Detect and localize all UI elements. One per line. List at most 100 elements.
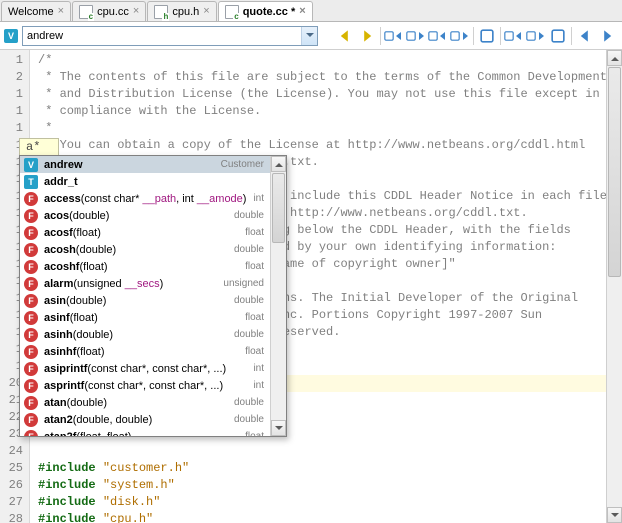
autocomplete-return-type: float <box>245 346 264 357</box>
autocomplete-item[interactable]: VandrewCustomer <box>20 156 270 173</box>
function-icon: F <box>24 362 38 376</box>
autocomplete-return-type: double <box>234 329 264 340</box>
autocomplete-signature: atan2f(float, float) <box>44 431 239 437</box>
close-icon[interactable]: × <box>299 6 305 17</box>
function-icon: F <box>24 430 38 437</box>
function-icon: F <box>24 243 38 257</box>
autocomplete-item[interactable]: Facosf(float)float <box>20 224 270 241</box>
close-icon[interactable]: × <box>133 6 139 17</box>
tab-quote-cc-[interactable]: quote.cc *× <box>218 1 313 21</box>
autocomplete-item[interactable]: Fasinh(double) double <box>20 326 270 343</box>
member-combo[interactable]: andrew <box>22 26 318 46</box>
autocomplete-signature: asinf(float) <box>44 312 239 324</box>
variable-icon: V <box>24 158 38 172</box>
autocomplete-item[interactable]: Falarm(unsigned __secs)unsigned <box>20 275 270 292</box>
autocomplete-signature: andrew <box>44 159 215 171</box>
autocomplete-item[interactable]: Fasprintf(const char*, const char*, ...)… <box>20 377 270 394</box>
autocomplete-item[interactable]: Facosh(double)double <box>20 241 270 258</box>
bookmark-prev-icon[interactable] <box>503 26 525 46</box>
autocomplete-return-type: double <box>234 295 264 306</box>
autocomplete-return-type: double <box>234 414 264 425</box>
find-prev-icon[interactable] <box>383 26 405 46</box>
bookmark-toggle-icon[interactable] <box>547 26 569 46</box>
close-icon[interactable]: × <box>58 6 64 17</box>
autocomplete-scrollbar[interactable] <box>270 156 286 436</box>
autocomplete-signature: acosh(double) <box>44 244 228 256</box>
autocomplete-return-type: unsigned <box>223 278 264 289</box>
bookmark-next-icon[interactable] <box>525 26 547 46</box>
close-icon[interactable]: × <box>203 6 209 17</box>
autocomplete-return-type: float <box>245 431 264 436</box>
scroll-thumb[interactable] <box>608 67 621 277</box>
autocomplete-item[interactable]: Fasinhf(float) float <box>20 343 270 360</box>
autocomplete-item[interactable]: Faccess(const char* __path, int __amode)… <box>20 190 270 207</box>
find-next-icon[interactable] <box>405 26 427 46</box>
tab-label: quote.cc * <box>243 6 296 18</box>
tab-cpu-cc[interactable]: cpu.cc × <box>72 1 146 21</box>
autocomplete-return-type: double <box>234 210 264 221</box>
autocomplete-signature: addr_t <box>44 176 258 188</box>
function-icon: F <box>24 311 38 325</box>
shift-right-icon[interactable] <box>596 26 618 46</box>
autocomplete-item[interactable]: Fasin(double) double <box>20 292 270 309</box>
autocomplete-return-type: float <box>245 227 264 238</box>
autocomplete-signature: acoshf(float) <box>44 261 239 273</box>
nav-back-icon[interactable] <box>334 26 356 46</box>
scroll-thumb[interactable] <box>272 173 285 243</box>
autocomplete-item[interactable]: Facoshf(float) float <box>20 258 270 275</box>
shift-left-icon[interactable] <box>574 26 596 46</box>
autocomplete-signature: asin(double) <box>44 295 228 307</box>
autocomplete-item[interactable]: Fatan2f(float, float) float <box>20 428 270 436</box>
autocomplete-item[interactable]: Fasiprintf(const char*, const char*, ...… <box>20 360 270 377</box>
function-icon: F <box>24 209 38 223</box>
function-icon: F <box>24 379 38 393</box>
scroll-down-icon[interactable] <box>607 507 622 523</box>
toggle-highlight-icon[interactable] <box>476 26 498 46</box>
autocomplete-return-type: float <box>245 261 264 272</box>
tab-welcome[interactable]: Welcome × <box>1 1 71 21</box>
autocomplete-return-type: double <box>234 397 264 408</box>
function-icon: F <box>24 260 38 274</box>
file-icon <box>225 5 239 19</box>
tab-bar: Welcome×cpu.cc×cpu.h×quote.cc *× <box>0 0 622 22</box>
autocomplete-signature: alarm(unsigned __secs) <box>44 278 217 290</box>
autocomplete-popup[interactable]: VandrewCustomerTaddr_tFaccess(const char… <box>19 155 287 437</box>
editor-scrollbar[interactable] <box>606 50 622 523</box>
chevron-down-icon[interactable] <box>301 27 317 45</box>
tab-label: cpu.cc <box>97 6 129 18</box>
find-selection-prev-icon[interactable] <box>427 26 449 46</box>
scroll-up-icon[interactable] <box>271 156 286 172</box>
tab-cpu-h[interactable]: cpu.h × <box>147 1 216 21</box>
function-icon: F <box>24 328 38 342</box>
autocomplete-item[interactable]: Facos(double) double <box>20 207 270 224</box>
autocomplete-item[interactable]: Fatan2(double, double)double <box>20 411 270 428</box>
code-editor[interactable]: 1211111111111111111202122232425262728 /*… <box>0 50 622 523</box>
function-icon: F <box>24 345 38 359</box>
autocomplete-item[interactable]: Fasinf(float) float <box>20 309 270 326</box>
function-icon: F <box>24 192 38 206</box>
autocomplete-return-type: int <box>253 363 264 374</box>
autocomplete-return-type: int <box>253 193 264 204</box>
autocomplete-return-type: float <box>245 312 264 323</box>
scroll-up-icon[interactable] <box>607 50 622 66</box>
autocomplete-signature: asinh(double) <box>44 329 228 341</box>
function-icon: F <box>24 294 38 308</box>
tab-label: cpu.h <box>172 6 199 18</box>
autocomplete-signature: acos(double) <box>44 210 228 222</box>
tab-label: Welcome <box>8 6 54 18</box>
function-icon: F <box>24 396 38 410</box>
file-icon <box>79 5 93 19</box>
autocomplete-signature: asprintf(const char*, const char*, ...) <box>44 380 247 392</box>
autocomplete-signature: acosf(float) <box>44 227 239 239</box>
autocomplete-signature: asinhf(float) <box>44 346 239 358</box>
scroll-down-icon[interactable] <box>271 420 286 436</box>
autocomplete-item[interactable]: Taddr_t <box>20 173 270 190</box>
nav-forward-icon[interactable] <box>356 26 378 46</box>
autocomplete-signature: asiprintf(const char*, const char*, ...) <box>44 363 247 375</box>
editor-toolbar: V andrew <box>0 22 622 50</box>
combo-type-icon: V <box>4 29 18 43</box>
find-selection-next-icon[interactable] <box>449 26 471 46</box>
autocomplete-item[interactable]: Fatan(double)double <box>20 394 270 411</box>
file-icon <box>154 5 168 19</box>
autocomplete-signature: atan2(double, double) <box>44 414 228 426</box>
